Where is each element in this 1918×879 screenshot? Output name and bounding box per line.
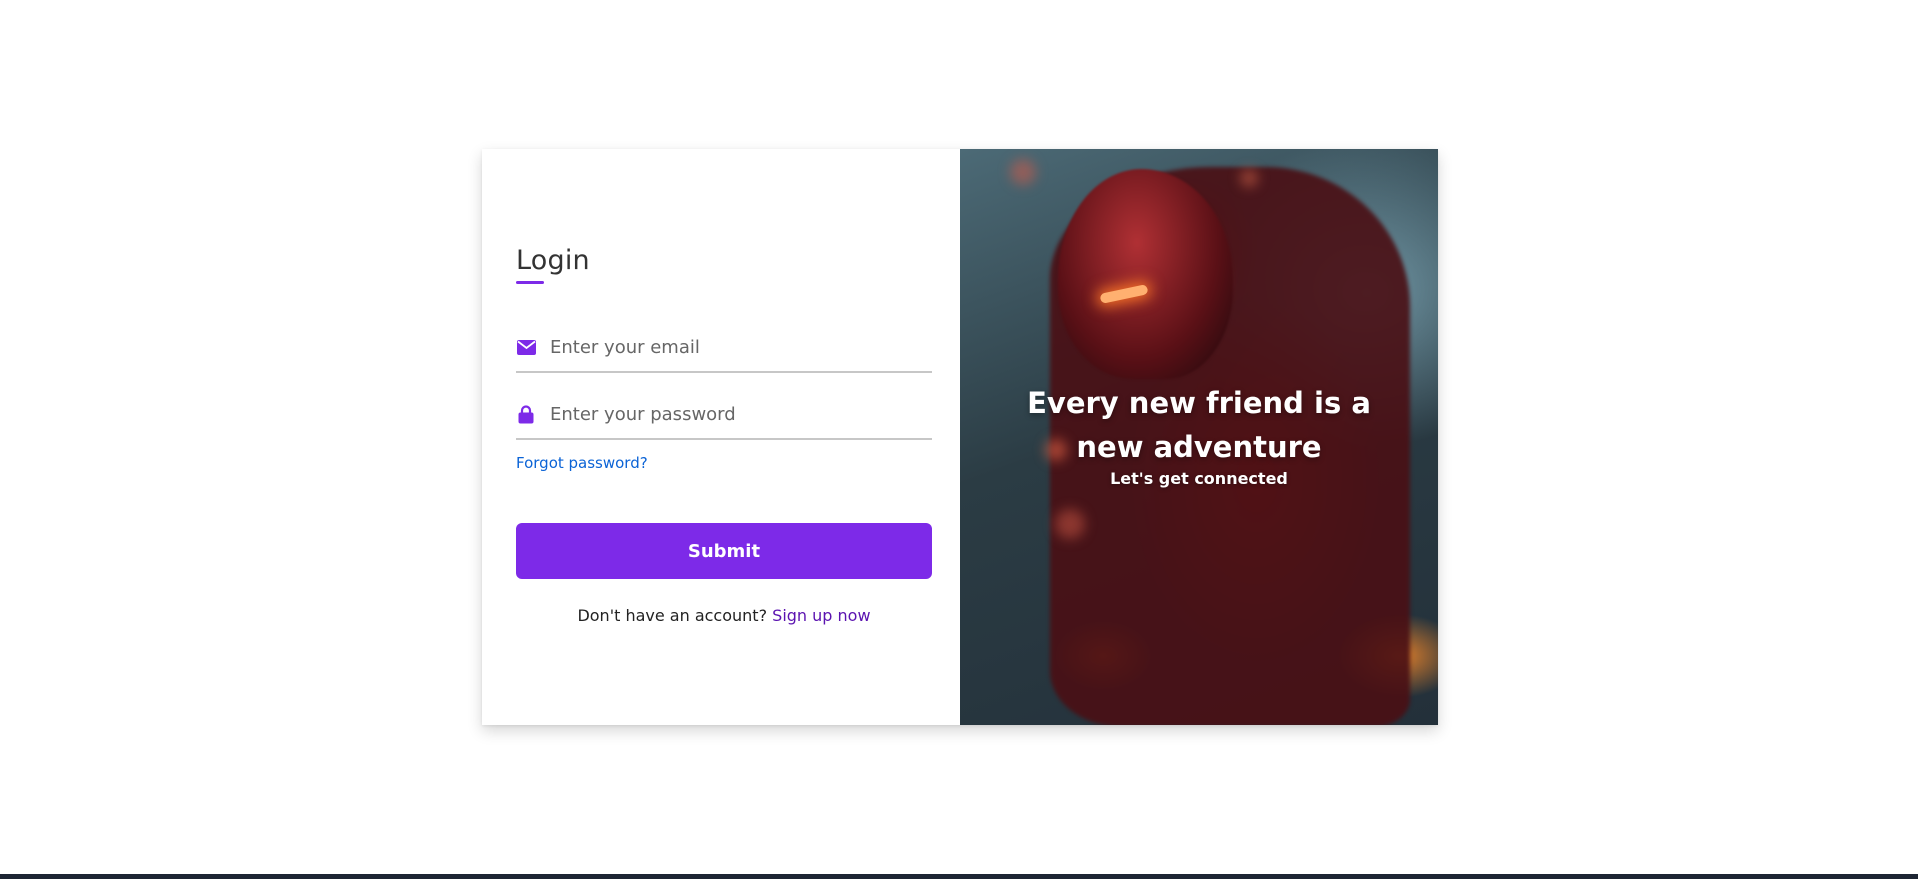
- signup-prompt: Don't have an account? Sign up now: [516, 606, 932, 625]
- bottom-bar: [0, 874, 1918, 879]
- hero-image: Every new friend is a new adventure Let'…: [960, 149, 1438, 725]
- submit-button[interactable]: Submit: [516, 523, 932, 579]
- hero-headline: Every new friend is a new adventure: [1027, 386, 1371, 464]
- signup-link[interactable]: Sign up now: [772, 606, 870, 625]
- forgot-password-link[interactable]: Forgot password?: [516, 454, 648, 472]
- page-title: Login: [516, 245, 590, 276]
- email-input[interactable]: [550, 323, 932, 371]
- bokeh-light: [1240, 169, 1258, 187]
- lock-icon: [516, 404, 536, 424]
- hero-subline: Let's get connected: [1110, 469, 1288, 488]
- signup-text: Don't have an account?: [577, 606, 768, 625]
- email-field: [516, 323, 932, 373]
- password-field: [516, 390, 932, 440]
- login-form: Login Enter your email Forgot password? …: [482, 149, 960, 725]
- password-input[interactable]: [550, 390, 932, 438]
- page: Login Enter your email Forgot password? …: [0, 0, 1918, 879]
- title-underline: [516, 281, 544, 284]
- bokeh-light: [1010, 159, 1036, 185]
- envelope-icon: [516, 337, 536, 357]
- bokeh-light: [1055, 509, 1085, 539]
- login-card: Login Enter your email Forgot password? …: [482, 149, 1438, 725]
